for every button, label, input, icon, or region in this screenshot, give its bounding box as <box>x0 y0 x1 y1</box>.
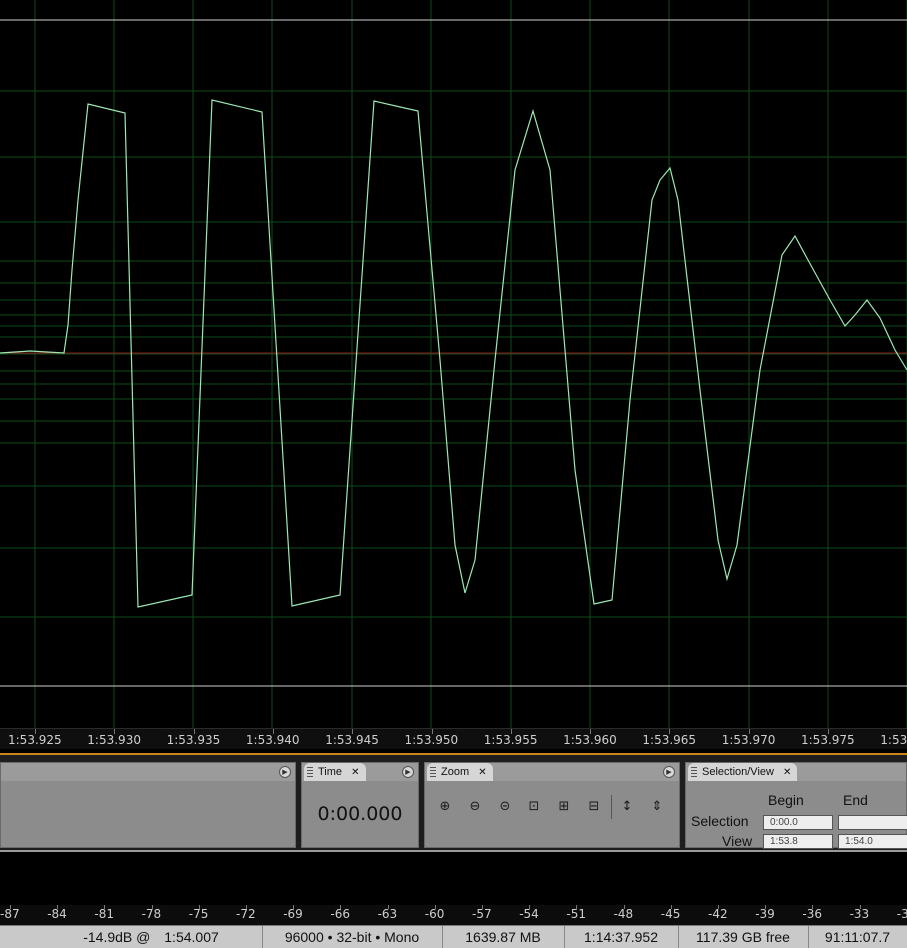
selection-end-field[interactable] <box>838 815 907 830</box>
zoom-panel: Zoom ✕ ▶ ⊕ ⊖ ⊝ ⊡ ⊞ ⊟ ↕ ⇕ <box>424 762 680 848</box>
zoom-out-amplitude-icon[interactable]: ⊖ <box>465 797 485 817</box>
selection-begin-field[interactable]: 0:00.0 <box>763 815 833 830</box>
timeline-label: 1:53.930 <box>87 733 141 747</box>
time-panel-body: 0:00.000 <box>302 781 418 847</box>
level-label: -45 <box>661 907 681 921</box>
toolbar-separator <box>611 795 612 819</box>
timeline-label: 1:53.925 <box>8 733 62 747</box>
level-label: -75 <box>189 907 209 921</box>
time-display: 0:00.000 <box>302 803 418 825</box>
level-meter <box>0 850 907 910</box>
zoom-right-edge-icon[interactable]: ⊟ <box>584 797 604 817</box>
status-duration: 1:14:37.952 <box>564 926 679 948</box>
level-label: -63 <box>378 907 398 921</box>
level-meter-scale: -87 -84 -81 -78 -75 -72 -69 -66 -63 -60 -57 -54 -51 -… <box>0 905 907 925</box>
view-end-field[interactable]: 1:54.0 <box>838 834 907 849</box>
view-label: View <box>722 833 752 849</box>
timeline-ruler[interactable]: 1:53.925 1:53.930 1:53.935 1:53.940 1:53.945… <box>0 728 907 749</box>
grip-icon[interactable] <box>430 767 436 777</box>
waveform-canvas[interactable] <box>0 0 907 728</box>
status-level: -14.9dB @ <box>83 929 150 945</box>
selection-label: Selection <box>691 813 749 829</box>
status-level-cell: -14.9dB @ 1:54.007 <box>0 926 263 948</box>
zoom-out-full-icon[interactable]: ⊝ <box>495 797 515 817</box>
level-label: -57 <box>472 907 492 921</box>
zoom-in-amplitude-icon[interactable]: ⊕ <box>435 797 455 817</box>
timeline-label: 1:53.950 <box>405 733 459 747</box>
status-size: 1639.87 MB <box>442 926 565 948</box>
tab-time-label: Time <box>318 766 342 778</box>
status-format: 96000 • 32-bit • Mono <box>262 926 443 948</box>
zoom-in-vertical-icon[interactable]: ↕ <box>617 797 637 817</box>
level-label: -36 <box>802 907 822 921</box>
waveform-display[interactable] <box>0 0 907 728</box>
zoom-selection-icon[interactable]: ⊡ <box>524 797 544 817</box>
panel-menu-icon[interactable]: ▶ <box>402 766 414 778</box>
timeline-label: 1:53.955 <box>484 733 538 747</box>
level-label: -84 <box>47 907 67 921</box>
time-panel: 0:00.000 Time ✕ ▶ <box>301 762 419 848</box>
level-label: -42 <box>708 907 728 921</box>
level-label: -39 <box>755 907 775 921</box>
panel-menu-icon[interactable]: ▶ <box>663 766 675 778</box>
zoom-panel-body <box>425 781 679 847</box>
timeline-label: 1:53.970 <box>722 733 776 747</box>
level-label: -81 <box>94 907 114 921</box>
timeline-label: 1:53.965 <box>642 733 696 747</box>
timeline-label: 1:53.935 <box>167 733 221 747</box>
timeline-label: 1:53.940 <box>246 733 300 747</box>
tab-zoom-label: Zoom <box>441 766 469 778</box>
close-icon[interactable]: ✕ <box>351 767 359 778</box>
timeline-label: 1:53 <box>880 733 907 747</box>
zoom-out-vertical-icon[interactable]: ⇕ <box>647 797 667 817</box>
close-icon[interactable]: ✕ <box>783 767 791 778</box>
grip-icon[interactable] <box>307 767 313 777</box>
level-label: -54 <box>519 907 539 921</box>
status-free-time: 91:11:07.7 <box>808 926 907 948</box>
close-icon[interactable]: ✕ <box>478 767 486 778</box>
view-begin-field[interactable]: 1:53.8 <box>763 834 833 849</box>
level-label: -72 <box>236 907 256 921</box>
tab-selection-view-label: Selection/View <box>702 766 774 778</box>
level-label: -51 <box>566 907 586 921</box>
panel-menu-icon[interactable]: ▶ <box>279 766 291 778</box>
level-label: -78 <box>142 907 162 921</box>
status-cursor-time: 1:54.007 <box>164 929 219 945</box>
end-header: End <box>843 792 868 808</box>
empty-panel-body <box>1 781 295 847</box>
zoom-left-edge-icon[interactable]: ⊞ <box>554 797 574 817</box>
empty-panel: ▶ <box>0 762 296 848</box>
grip-icon[interactable] <box>691 767 697 777</box>
level-label: -48 <box>614 907 634 921</box>
tab-time[interactable]: Time ✕ <box>304 763 366 781</box>
level-label: -33 <box>850 907 870 921</box>
level-label: -69 <box>283 907 303 921</box>
status-free-space: 117.39 GB free <box>678 926 809 948</box>
level-label: -66 <box>330 907 350 921</box>
status-bar: -14.9dB @ 1:54.007 96000 • 32-bit • Mono… <box>0 925 907 948</box>
level-label: -3 <box>897 907 907 921</box>
panel-dock: ▶ 0:00.000 Time ✕ ▶ Zoom ✕ ▶ ⊕ ⊖ ⊝ ⊡ ⊞ ⊟… <box>0 755 907 850</box>
begin-header: Begin <box>768 792 804 808</box>
tab-selection-view[interactable]: Selection/View ✕ <box>688 763 797 781</box>
tab-zoom[interactable]: Zoom ✕ <box>427 763 493 781</box>
timeline-label: 1:53.960 <box>563 733 617 747</box>
level-label: -60 <box>425 907 445 921</box>
level-label: -87 <box>0 907 20 921</box>
timeline-label: 1:53.945 <box>325 733 379 747</box>
timeline-label: 1:53.975 <box>801 733 855 747</box>
selection-view-panel: Selection/View ✕ Begin End Selection Vie… <box>685 762 907 848</box>
